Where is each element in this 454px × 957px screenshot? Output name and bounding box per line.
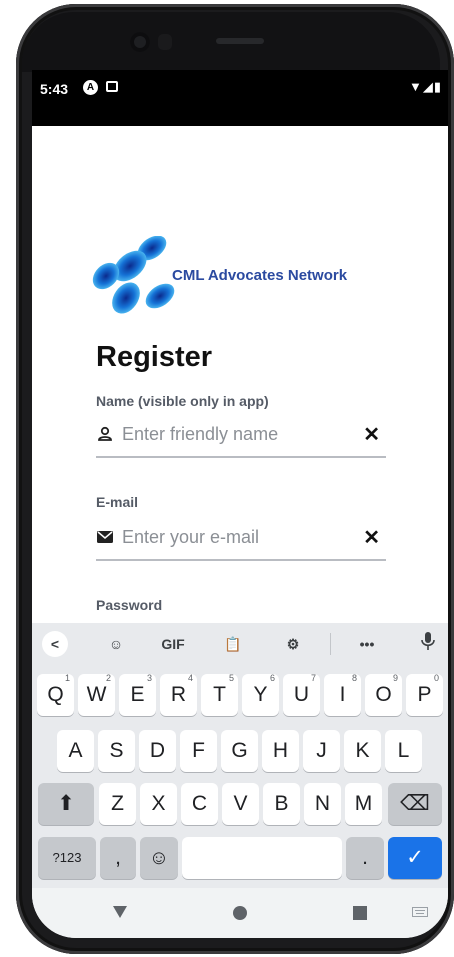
more-button[interactable]: ••• <box>354 631 380 657</box>
key-h[interactable]: H <box>262 730 299 772</box>
key-j[interactable]: J <box>303 730 340 772</box>
key-s[interactable]: S <box>98 730 135 772</box>
key-hint: 6 <box>270 673 276 683</box>
key-k[interactable]: K <box>344 730 381 772</box>
key-l[interactable]: L <box>385 730 422 772</box>
app-logo-icon <box>92 236 175 314</box>
screen: 5:43 A ▼◢▮ CML Advocates Network Registe… <box>32 70 448 938</box>
key-hint: 3 <box>147 673 153 683</box>
camera-icon <box>130 32 150 52</box>
comma-key[interactable]: , <box>100 837 136 879</box>
name-field[interactable]: Enter friendly name ✕ <box>96 418 386 458</box>
navigation-bar <box>32 888 448 938</box>
person-icon <box>98 426 112 441</box>
keyboard-toolbar: < ☺ GIF 📋 ⚙ ••• <box>32 623 448 665</box>
clipboard-icon[interactable]: 📋 <box>220 631 246 657</box>
mail-icon <box>97 531 113 543</box>
key-hint: 7 <box>311 673 317 683</box>
email-label: E-mail <box>96 494 139 510</box>
speaker-grille <box>216 38 264 44</box>
email-input[interactable]: Enter your e-mail <box>122 527 259 548</box>
space-key[interactable] <box>182 837 342 879</box>
signal-battery-icons: ▼◢▮ <box>408 79 442 94</box>
key-hint: 8 <box>352 673 358 683</box>
backspace-key-icon[interactable]: ⌫ <box>388 783 442 825</box>
key-v[interactable]: V <box>222 783 259 825</box>
key-b[interactable]: B <box>263 783 300 825</box>
name-input[interactable]: Enter friendly name <box>122 424 278 445</box>
emoji-key-icon[interactable]: ☺ <box>140 837 178 879</box>
key-hint: 1 <box>65 673 71 683</box>
key-hint: 5 <box>229 673 235 683</box>
page-title: Register <box>96 341 213 373</box>
key-hint: 2 <box>106 673 112 683</box>
gif-button[interactable]: GIF <box>156 631 190 657</box>
status-time: 5:43 <box>40 81 69 97</box>
key-f[interactable]: F <box>180 730 217 772</box>
enter-check-icon[interactable]: ✓ <box>388 837 442 879</box>
shift-key-icon[interactable]: ⬆ <box>38 783 94 825</box>
key-hint: 0 <box>434 673 440 683</box>
key-n[interactable]: N <box>304 783 341 825</box>
notification-icon <box>106 81 118 92</box>
status-bar: 5:43 A ▼◢▮ <box>32 70 448 126</box>
recents-square-icon[interactable] <box>353 906 367 920</box>
back-triangle-icon[interactable] <box>112 905 128 919</box>
mic-icon[interactable] <box>416 631 440 657</box>
key-a[interactable]: A <box>57 730 94 772</box>
clear-email-icon[interactable]: ✕ <box>363 525 380 550</box>
name-label: Name (visible only in app) <box>96 393 269 409</box>
collapse-toolbar-button[interactable]: < <box>42 631 68 657</box>
assistant-notification-icon: A <box>83 80 98 95</box>
period-key[interactable]: . <box>346 837 384 879</box>
keyboard-switch-icon[interactable] <box>412 907 428 917</box>
email-field[interactable]: Enter your e-mail ✕ <box>96 521 386 561</box>
sticker-icon[interactable]: ☺ <box>102 631 130 657</box>
home-circle-icon[interactable] <box>233 906 247 920</box>
toolbar-divider <box>330 633 331 655</box>
sensor <box>158 34 172 50</box>
password-label: Password <box>96 597 163 613</box>
key-hint: 9 <box>393 673 399 683</box>
key-c[interactable]: C <box>181 783 218 825</box>
key-d[interactable]: D <box>139 730 176 772</box>
key-x[interactable]: X <box>140 783 177 825</box>
logo-text: CML Advocates Network <box>172 267 348 284</box>
key-z[interactable]: Z <box>99 783 136 825</box>
soft-keyboard: < ☺ GIF 📋 ⚙ ••• Q1W2E3R4T5Y6U7I8O9P0 ASD… <box>32 623 448 888</box>
key-m[interactable]: M <box>345 783 382 825</box>
symbols-key[interactable]: ?123 <box>38 837 96 879</box>
gear-icon[interactable]: ⚙ <box>280 631 306 657</box>
key-hint: 4 <box>188 673 194 683</box>
clear-name-icon[interactable]: ✕ <box>363 422 380 447</box>
key-g[interactable]: G <box>221 730 258 772</box>
